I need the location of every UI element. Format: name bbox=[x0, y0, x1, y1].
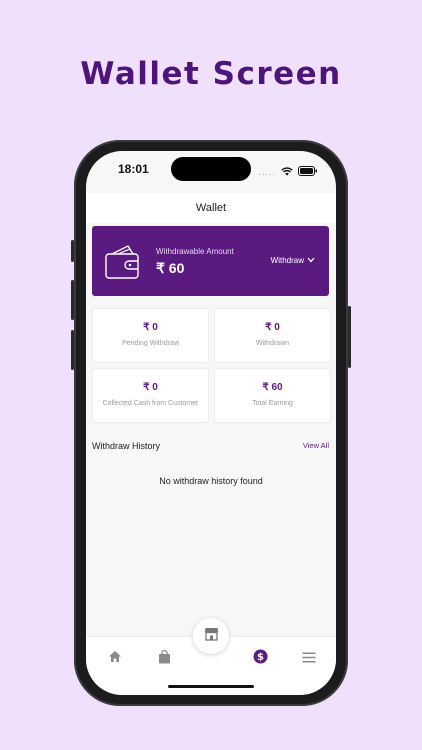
dynamic-island bbox=[171, 157, 251, 181]
home-indicator bbox=[168, 685, 254, 688]
wallet-balance-card: Withdrawable Amount ₹ 60 Withdraw bbox=[92, 226, 329, 296]
menu-icon bbox=[302, 650, 316, 668]
phone-screen: 18:01 ..... Wallet Withdrawable Amount ₹… bbox=[86, 151, 336, 695]
volume-up-button bbox=[71, 280, 74, 320]
stat-value: ₹ 0 bbox=[265, 322, 280, 333]
wifi-icon bbox=[281, 163, 293, 181]
chevron-down-icon bbox=[307, 256, 315, 265]
stat-value: ₹ 0 bbox=[143, 322, 158, 333]
withdrawable-amount-value: ₹ 60 bbox=[156, 260, 185, 276]
cellular-icon: ..... bbox=[258, 167, 276, 177]
stat-label: Pending Withdraw bbox=[122, 340, 179, 347]
store-icon bbox=[204, 627, 219, 646]
empty-history-message: No withdraw history found bbox=[159, 476, 263, 486]
phone-frame: 18:01 ..... Wallet Withdrawable Amount ₹… bbox=[71, 140, 351, 706]
withdraw-label: Withdraw bbox=[270, 256, 304, 265]
stat-value: ₹ 60 bbox=[262, 382, 283, 393]
promo-title: Wallet Screen bbox=[80, 56, 342, 92]
home-icon bbox=[108, 650, 122, 668]
stat-value: ₹ 0 bbox=[143, 382, 158, 393]
nav-home[interactable] bbox=[105, 649, 125, 669]
withdrawable-amount-label: Withdrawable Amount bbox=[156, 247, 234, 256]
store-button[interactable] bbox=[193, 618, 229, 654]
collected-cash-card: ₹ 0 Collected Cash from Customer bbox=[92, 368, 209, 423]
total-earning-card: ₹ 60 Total Earning bbox=[214, 368, 331, 423]
pending-withdraw-card: ₹ 0 Pending Withdraw bbox=[92, 308, 209, 363]
volume-down-button bbox=[71, 330, 74, 370]
status-time: 18:01 bbox=[118, 162, 149, 176]
withdraw-dropdown[interactable]: Withdraw bbox=[271, 256, 315, 265]
stat-label: Total Earning bbox=[252, 400, 293, 407]
page-title: Wallet bbox=[86, 193, 336, 223]
view-all-link[interactable]: View All bbox=[303, 441, 329, 450]
battery-icon bbox=[298, 163, 318, 181]
status-icons: ..... bbox=[258, 163, 318, 181]
withdrawn-card: ₹ 0 Withdrawn bbox=[214, 308, 331, 363]
action-button bbox=[71, 240, 74, 262]
power-button bbox=[348, 306, 351, 368]
shopping-bag-icon bbox=[158, 649, 171, 669]
nav-orders[interactable] bbox=[154, 649, 174, 669]
stat-label: Withdrawn bbox=[255, 340, 290, 347]
nav-wallet[interactable]: $ bbox=[250, 649, 270, 669]
withdraw-history-title: Withdraw History bbox=[92, 441, 161, 451]
stat-label: Collected Cash from Customer bbox=[102, 400, 199, 407]
nav-menu[interactable] bbox=[299, 649, 319, 669]
svg-text:$: $ bbox=[257, 652, 264, 663]
dollar-icon: $ bbox=[253, 649, 268, 669]
wallet-icon bbox=[104, 243, 142, 286]
